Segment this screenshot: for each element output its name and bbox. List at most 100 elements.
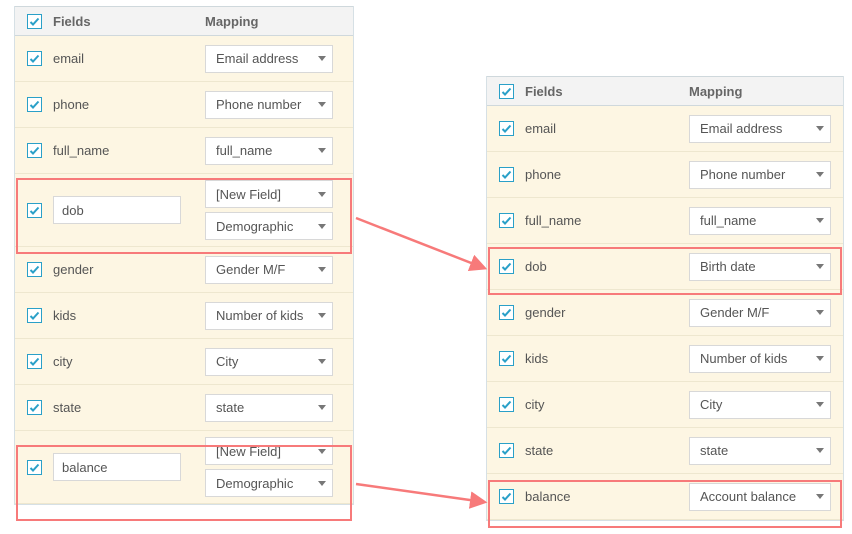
dropdown-label: City	[216, 354, 318, 369]
table-row: email Email address	[487, 106, 843, 152]
mapping-dropdown[interactable]: Phone number	[689, 161, 831, 189]
table-header: Fields Mapping	[487, 76, 843, 106]
dropdown-label: state	[216, 400, 318, 415]
mapping-dropdown[interactable]: [New Field]	[205, 437, 333, 465]
field-name: phone	[53, 97, 89, 112]
dropdown-label: state	[700, 443, 816, 458]
row-checkbox[interactable]	[499, 213, 514, 228]
table-row: full_namefull_name	[487, 198, 843, 244]
dropdown-label: Number of kids	[216, 308, 318, 323]
row-checkbox[interactable]	[499, 397, 514, 412]
row-checkbox[interactable]	[27, 354, 42, 369]
mapping-dropdown[interactable]: state	[689, 437, 831, 465]
row-checkbox[interactable]	[27, 400, 42, 415]
row-checkbox[interactable]	[499, 167, 514, 182]
mapping-dropdown[interactable]: Demographic	[205, 469, 333, 497]
table-row: [New Field] Demographic	[15, 431, 353, 504]
mapping-dropdown[interactable]: Birth date	[689, 253, 831, 281]
mapping-table-after: Fields Mapping email Email address phone Ph…	[486, 76, 844, 521]
mapping-dropdown[interactable]: [New Field]	[205, 180, 333, 208]
row-checkbox[interactable]	[27, 460, 42, 475]
table-row: full_name full_name	[15, 128, 353, 174]
table-row: phone Phone number	[487, 152, 843, 198]
chevron-down-icon	[816, 264, 824, 269]
field-name-input[interactable]	[53, 453, 181, 481]
mapping-dropdown[interactable]: City	[689, 391, 831, 419]
chevron-down-icon	[816, 126, 824, 131]
chevron-down-icon	[318, 481, 326, 486]
mapping-dropdown[interactable]: Demographic	[205, 212, 333, 240]
row-checkbox[interactable]	[499, 351, 514, 366]
row-checkbox[interactable]	[27, 262, 42, 277]
chevron-down-icon	[816, 448, 824, 453]
chevron-down-icon	[816, 218, 824, 223]
field-name-input[interactable]	[53, 196, 181, 224]
table-row: gender Gender M/F	[487, 290, 843, 336]
header-fields: Fields	[525, 84, 689, 99]
mapping-dropdown[interactable]: Gender M/F	[205, 256, 333, 284]
row-checkbox[interactable]	[27, 203, 42, 218]
chevron-down-icon	[816, 402, 824, 407]
select-all-checkbox[interactable]	[27, 14, 42, 29]
field-name: phone	[525, 167, 561, 182]
row-checkbox[interactable]	[27, 308, 42, 323]
dropdown-label: Demographic	[216, 219, 318, 234]
mapping-dropdown[interactable]: Phone number	[205, 91, 333, 119]
chevron-down-icon	[318, 56, 326, 61]
table-row: dob Birth date	[487, 244, 843, 290]
mapping-dropdown[interactable]: Number of kids	[205, 302, 333, 330]
field-name: dob	[525, 259, 547, 274]
table-row: emailEmail address	[15, 36, 353, 82]
chevron-down-icon	[318, 102, 326, 107]
mapping-dropdown[interactable]: Account balance	[689, 483, 831, 511]
field-name: city	[53, 354, 73, 369]
chevron-down-icon	[318, 313, 326, 318]
row-checkbox[interactable]	[499, 443, 514, 458]
table-header: Fields Mapping	[15, 6, 353, 36]
dropdown-label: Gender M/F	[700, 305, 816, 320]
chevron-down-icon	[816, 356, 824, 361]
dropdown-label: Account balance	[700, 489, 816, 504]
dropdown-label: Phone number	[216, 97, 318, 112]
field-name: email	[525, 121, 556, 136]
mapping-dropdown[interactable]: Number of kids	[689, 345, 831, 373]
mapping-dropdown[interactable]: Gender M/F	[689, 299, 831, 327]
mapping-dropdown[interactable]: full_name	[689, 207, 831, 235]
dropdown-label: Email address	[700, 121, 816, 136]
dropdown-label: Gender M/F	[216, 262, 318, 277]
dropdown-label: full_name	[700, 213, 816, 228]
chevron-down-icon	[318, 359, 326, 364]
row-checkbox[interactable]	[27, 143, 42, 158]
mapping-dropdown[interactable]: City	[205, 348, 333, 376]
mapping-dropdown[interactable]: full_name	[205, 137, 333, 165]
row-checkbox[interactable]	[499, 489, 514, 504]
table-row: statestate	[15, 385, 353, 431]
chevron-down-icon	[816, 172, 824, 177]
mapping-dropdown[interactable]: Email address	[205, 45, 333, 73]
chevron-down-icon	[318, 192, 326, 197]
field-name: gender	[525, 305, 565, 320]
chevron-down-icon	[318, 267, 326, 272]
row-checkbox[interactable]	[499, 121, 514, 136]
chevron-down-icon	[816, 310, 824, 315]
field-name: full_name	[53, 143, 109, 158]
field-name: kids	[525, 351, 548, 366]
mapping-dropdown[interactable]: Email address	[689, 115, 831, 143]
mapping-dropdown[interactable]: state	[205, 394, 333, 422]
row-checkbox[interactable]	[499, 305, 514, 320]
row-checkbox[interactable]	[499, 259, 514, 274]
table-row: phone Phone number	[15, 82, 353, 128]
table-row: statestate	[487, 428, 843, 474]
select-all-checkbox[interactable]	[499, 84, 514, 99]
mapping-table-before: Fields Mapping emailEmail address phone Ph…	[14, 6, 354, 505]
chevron-down-icon	[816, 494, 824, 499]
dropdown-label: Demographic	[216, 476, 318, 491]
dropdown-label: full_name	[216, 143, 318, 158]
header-mapping: Mapping	[689, 84, 843, 99]
table-row: city City	[15, 339, 353, 385]
row-checkbox[interactable]	[27, 51, 42, 66]
row-checkbox[interactable]	[27, 97, 42, 112]
field-name: gender	[53, 262, 93, 277]
field-name: kids	[53, 308, 76, 323]
dropdown-label: Number of kids	[700, 351, 816, 366]
